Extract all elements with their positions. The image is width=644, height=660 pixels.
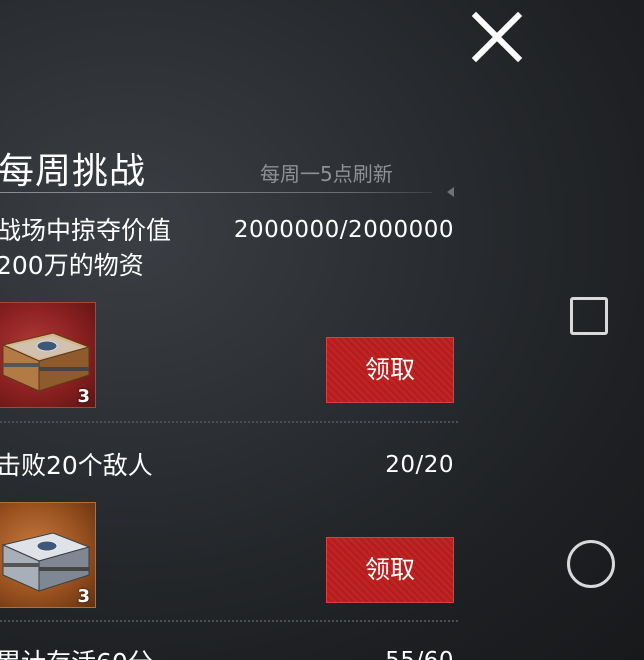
refresh-note: 每周一5点刷新 (260, 162, 393, 186)
challenge-2-progress: 20/20 (385, 452, 454, 478)
challenge-1-text-line1: 战场中掠夺价值 (0, 216, 172, 245)
challenge-2-text: 击败20个敌人 (0, 451, 153, 480)
weekly-challenge-panel: 每周挑战 每周一5点刷新 战场中掠夺价值 200万的物资 2000000/200… (0, 0, 470, 660)
close-button[interactable] (470, 10, 524, 64)
challenge-divider (0, 421, 458, 423)
game-screen: 每周挑战 每周一5点刷新 战场中掠夺价值 200万的物资 2000000/200… (0, 0, 644, 660)
challenge-3-text: 累计存活60分 (0, 646, 153, 660)
challenge-1-reward-item[interactable]: 3 (0, 302, 96, 408)
title-arrow-icon (447, 187, 454, 197)
title-divider (0, 192, 432, 193)
panel-title: 每周挑战 (0, 151, 147, 192)
challenge-1-claim-button[interactable]: 领取 (326, 337, 454, 403)
recent-apps-icon[interactable] (570, 297, 608, 335)
challenge-2-claim-button[interactable]: 领取 (326, 537, 454, 603)
challenge-3-progress: 55/60 (385, 648, 454, 660)
challenge-1-text-line2: 200万的物资 (0, 251, 144, 280)
challenge-divider (0, 620, 458, 622)
challenge-2-reward-qty: 3 (77, 586, 90, 607)
challenge-1-reward-qty: 3 (77, 386, 90, 407)
home-icon[interactable] (567, 540, 615, 588)
challenge-2-reward-item[interactable]: 3 (0, 502, 96, 608)
close-icon (471, 11, 523, 63)
challenge-1-progress: 2000000/2000000 (233, 217, 454, 243)
